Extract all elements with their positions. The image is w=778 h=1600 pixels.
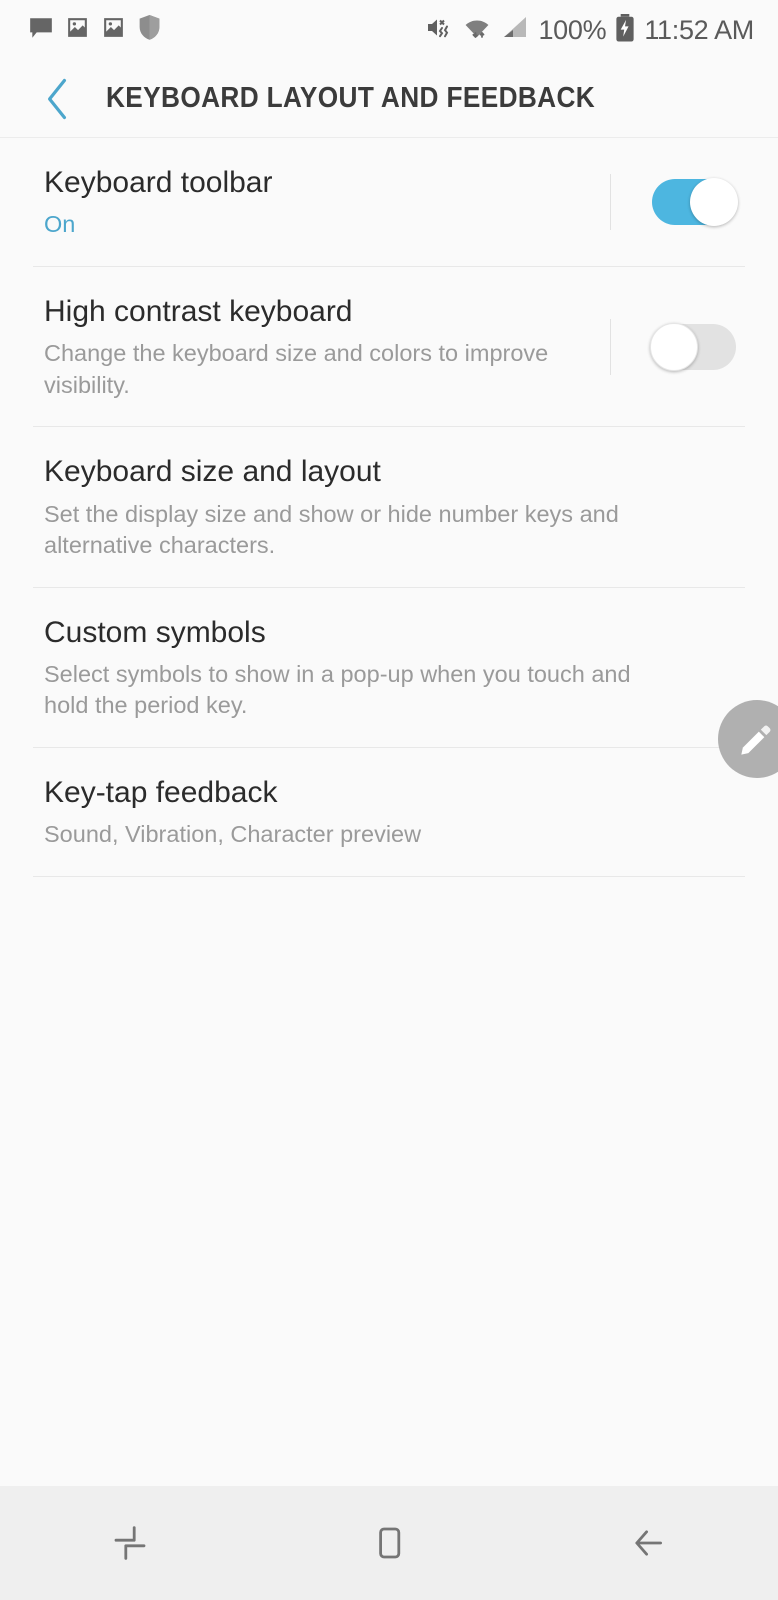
setting-row-keyboard-size-and-layout[interactable]: Keyboard size and layout Set the display…: [0, 427, 778, 588]
keyboard-toolbar-toggle[interactable]: [652, 178, 738, 227]
message-icon: [28, 15, 54, 46]
header-back-button[interactable]: [34, 76, 80, 122]
toggle-container: [610, 267, 778, 427]
chevron-left-icon: [47, 78, 67, 119]
setting-title: Keyboard toolbar: [44, 166, 273, 199]
signal-icon: [502, 14, 529, 46]
battery-percent: 100%: [538, 14, 607, 45]
setting-subtitle: Set the display size and show or hide nu…: [44, 500, 619, 559]
setting-subtitle: Sound, Vibration, Character preview: [44, 821, 422, 848]
row-text-block: High contrast keyboard Change the keyboa…: [44, 267, 610, 427]
setting-title: Key-tap feedback: [44, 775, 278, 809]
back-arrow-icon: [635, 1530, 663, 1556]
setting-row-custom-symbols[interactable]: Custom symbols Select symbols to show in…: [0, 588, 778, 749]
toggle-container: [610, 138, 778, 267]
setting-subtitle: Select symbols to show in a pop-up when …: [44, 660, 631, 719]
app-header: KEYBOARD LAYOUT AND FEEDBACK: [0, 60, 778, 138]
setting-row-high-contrast-keyboard[interactable]: High contrast keyboard Change the keyboa…: [0, 267, 778, 428]
setting-row-key-tap-feedback[interactable]: Key-tap feedback Sound, Vibration, Chara…: [0, 748, 778, 877]
high-contrast-keyboard-toggle[interactable]: [650, 323, 736, 372]
status-bar-left-icons: [28, 14, 162, 46]
mute-vibrate-icon: [425, 14, 454, 46]
setting-subtitle: On: [44, 211, 76, 238]
setting-row-keyboard-toolbar[interactable]: Keyboard toolbar On: [0, 138, 778, 267]
system-navigation-bar: [0, 1486, 778, 1600]
setting-title: High contrast keyboard: [44, 294, 353, 328]
image-icon-2: [101, 15, 126, 45]
setting-title: Custom symbols: [44, 615, 266, 649]
status-bar-clock: 11:52 AM: [644, 14, 754, 45]
toggle-knob: [690, 178, 738, 227]
setting-title: Keyboard size and layout: [44, 455, 381, 489]
wifi-icon: [463, 14, 493, 46]
status-bar: 100% 11:52 AM: [0, 0, 778, 60]
row-text-block: Keyboard size and layout Set the display…: [44, 427, 778, 587]
page-title: KEYBOARD LAYOUT AND FEEDBACK: [106, 82, 596, 114]
status-bar-right: 100% 11:52 AM: [425, 13, 754, 47]
image-icon: [65, 15, 90, 45]
setting-subtitle: Change the keyboard size and colors to i…: [44, 340, 549, 398]
row-text-block: Custom symbols Select symbols to show in…: [44, 588, 778, 748]
settings-content: Keyboard toolbar On High contrast keyboa…: [0, 138, 778, 1486]
home-icon: [379, 1527, 401, 1559]
recents-icon: [114, 1526, 146, 1560]
settings-list: Keyboard toolbar On High contrast keyboa…: [0, 138, 778, 877]
shield-icon: [137, 14, 162, 46]
row-text-block: Keyboard toolbar On: [44, 138, 610, 267]
recents-button[interactable]: [0, 1486, 259, 1600]
back-button[interactable]: [519, 1486, 778, 1600]
home-button[interactable]: [259, 1486, 518, 1600]
battery-charging-icon: [615, 13, 635, 47]
toggle-knob: [650, 323, 698, 372]
row-text-block: Key-tap feedback Sound, Vibration, Chara…: [44, 748, 778, 877]
edit-pencil-icon: [741, 725, 771, 755]
